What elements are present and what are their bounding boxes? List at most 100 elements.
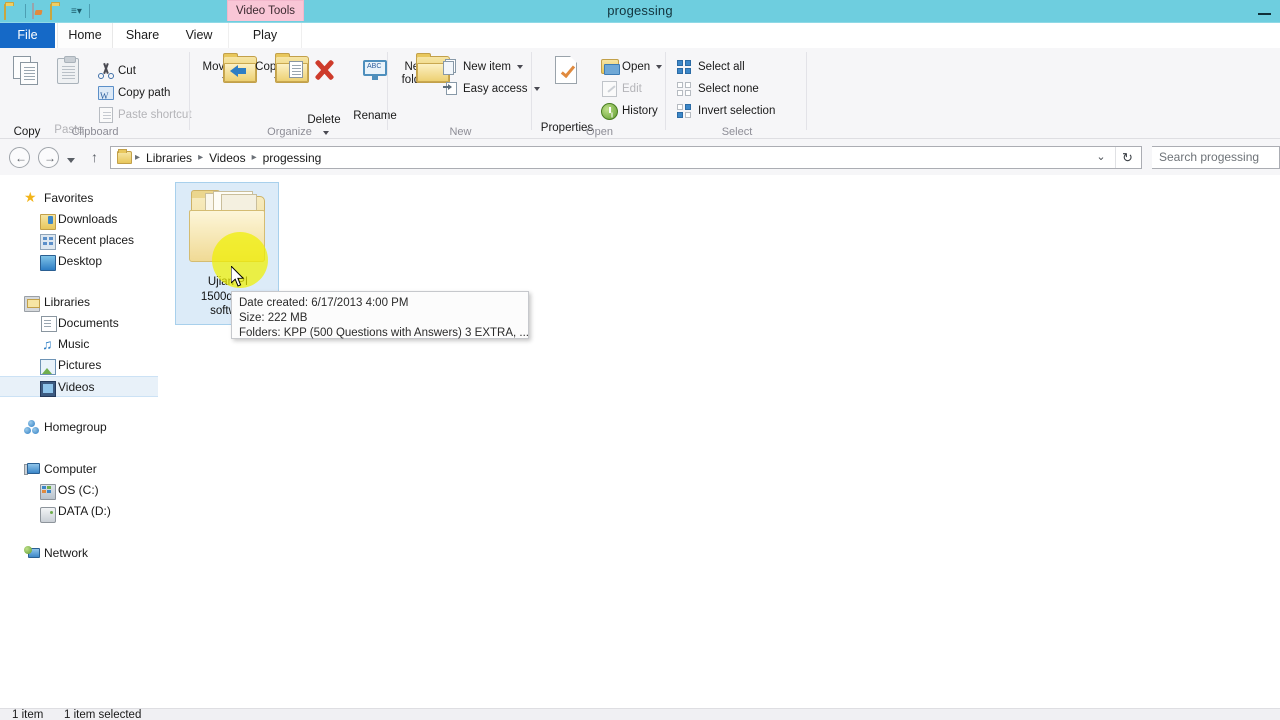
tooltip-size: Size: 222 MB <box>239 312 308 324</box>
history-button[interactable]: History <box>600 100 658 122</box>
recent-locations-button[interactable] <box>64 152 78 163</box>
open-caret-icon[interactable] <box>656 64 663 69</box>
group-label-new: New <box>449 126 472 138</box>
back-button[interactable]: ← <box>9 147 30 168</box>
sidebar-item-network-label: Network <box>44 546 89 560</box>
chevron-down-icon <box>67 158 75 163</box>
breadcrumb-separator-0[interactable]: ▸ <box>132 152 143 163</box>
sidebar-item-homegroup[interactable]: Homegroup <box>0 417 158 438</box>
navpane-gap-4 <box>0 522 158 543</box>
easy-access-button[interactable]: Easy access <box>441 78 540 100</box>
sidebar-item-documents[interactable]: Documents <box>0 313 158 334</box>
group-divider-open <box>665 52 666 130</box>
tab-file[interactable]: File <box>0 23 55 48</box>
copy-path-button[interactable]: Copy path <box>96 82 170 107</box>
sidebar-item-desktop-label: Desktop <box>58 254 103 268</box>
sidebar-item-downloads[interactable]: Downloads <box>0 209 158 230</box>
group-label-clipboard: Clipboard <box>71 126 119 138</box>
file-explorer-window: ≡▾ progessing Video Tools File Home Shar… <box>0 0 1280 720</box>
copy-to-button[interactable]: Copy to <box>251 53 309 86</box>
group-label-open: Open <box>586 126 613 138</box>
move-to-button[interactable]: Move to <box>199 53 257 86</box>
mouse-cursor-icon <box>231 266 245 287</box>
breadcrumb-progessing[interactable]: progessing <box>260 151 325 165</box>
breadcrumb-folder-icon[interactable] <box>117 149 132 164</box>
sidebar-item-music[interactable]: ♫ Music <box>0 334 158 355</box>
paste-shortcut-button-label: Paste shortcut <box>118 109 192 121</box>
folder-tooltip: Date created: 6/17/2013 4:00 PM Size: 22… <box>231 291 529 339</box>
cut-button-label: Cut <box>118 65 136 77</box>
invert-selection-button[interactable]: Invert selection <box>676 100 775 122</box>
refresh-icon[interactable]: ↻ <box>1115 147 1139 168</box>
status-selection: 1 item selected <box>64 709 142 720</box>
tooltip-folders: Folders: KPP (500 Questions with Answers… <box>239 327 529 339</box>
new-folder-button[interactable]: New folder <box>393 53 450 86</box>
sidebar-item-favorites[interactable]: ★ Favorites <box>0 188 158 209</box>
new-item-button-label: New item <box>463 61 511 73</box>
edit-button[interactable]: Edit <box>600 78 642 100</box>
tab-share[interactable]: Share <box>114 23 171 48</box>
sidebar-item-libraries[interactable]: Libraries <box>0 292 158 313</box>
breadcrumb-bar[interactable]: ▸ Libraries ▸ Videos ▸ progessing ⌄ ↻ <box>110 146 1142 169</box>
select-none-button[interactable]: Select none <box>676 78 759 100</box>
status-bar: 1 item 1 item selected <box>0 708 1280 720</box>
sidebar-item-homegroup-label: Homegroup <box>44 420 107 434</box>
breadcrumb-videos[interactable]: Videos <box>206 151 248 165</box>
tab-home[interactable]: Home <box>57 23 113 48</box>
edit-icon <box>602 81 617 97</box>
breadcrumb-separator-2[interactable]: ▸ <box>249 152 260 163</box>
tab-play[interactable]: Play <box>228 23 302 48</box>
up-button[interactable]: ↑ <box>85 148 104 167</box>
address-history-dropdown-icon[interactable]: ⌄ <box>1089 147 1113 168</box>
contextual-tab-video-tools[interactable]: Video Tools <box>227 0 304 21</box>
edit-button-label: Edit <box>622 83 642 95</box>
paste-button[interactable]: Paste <box>50 56 88 137</box>
sidebar-item-documents-label: Documents <box>58 316 119 330</box>
breadcrumb-libraries[interactable]: Libraries <box>143 151 195 165</box>
forward-button[interactable]: → <box>38 147 59 168</box>
paste-shortcut-button[interactable]: Paste shortcut <box>96 104 192 126</box>
os-drive-icon <box>40 484 56 500</box>
sidebar-item-videos-label: Videos <box>58 380 95 394</box>
history-icon <box>601 103 618 120</box>
search-input[interactable]: Search progessing <box>1152 146 1280 169</box>
open-button[interactable]: Open <box>600 56 663 78</box>
status-item-count: 1 item <box>12 709 44 720</box>
invert-selection-button-label: Invert selection <box>698 105 776 117</box>
new-item-button[interactable]: New item <box>441 56 524 78</box>
sidebar-item-data-drive-label: DATA (D:) <box>58 504 111 518</box>
sidebar-item-videos[interactable]: Videos <box>0 376 158 397</box>
navpane-gap-3 <box>0 438 158 459</box>
ribbon-group-new: New folder New item Easy access New <box>389 48 540 139</box>
open-icon <box>601 59 620 75</box>
copy-icon <box>13 56 41 86</box>
sidebar-item-os-drive[interactable]: OS (C:) <box>0 480 158 501</box>
minimize-button[interactable] <box>1256 5 1274 18</box>
sidebar-item-recent-places[interactable]: Recent places <box>0 230 158 251</box>
sidebar-item-network[interactable]: Network <box>0 543 158 564</box>
network-icon <box>24 546 40 562</box>
address-bar: ← → ↑ ▸ Libraries ▸ Videos ▸ progessing … <box>0 139 1280 175</box>
ribbon-tab-strip: File Home Share View Play <box>0 23 1280 48</box>
cut-button[interactable]: Cut <box>96 60 136 82</box>
new-item-caret-icon[interactable] <box>517 64 524 69</box>
sidebar-item-data-drive[interactable]: DATA (D:) <box>0 501 158 523</box>
sidebar-item-computer[interactable]: Computer <box>0 459 158 480</box>
select-all-button[interactable]: Select all <box>676 56 745 78</box>
group-divider-new <box>531 52 532 130</box>
sidebar-item-desktop[interactable]: Desktop <box>0 251 158 272</box>
group-label-organize: Organize <box>267 126 312 138</box>
file-list-view[interactable]: Ujian PI 1500que... softw... <box>158 175 1280 708</box>
sidebar-item-recent-places-label: Recent places <box>58 233 135 247</box>
sidebar-item-computer-label: Computer <box>44 462 97 476</box>
title-bar: ≡▾ progessing Video Tools <box>0 0 1280 23</box>
tab-view[interactable]: View <box>172 23 226 48</box>
breadcrumb-separator-1[interactable]: ▸ <box>195 152 206 163</box>
paste-icon <box>57 56 81 84</box>
downloads-icon <box>40 214 56 230</box>
videos-icon <box>40 381 56 397</box>
sidebar-item-downloads-label: Downloads <box>58 212 118 226</box>
sidebar-item-pictures[interactable]: Pictures <box>0 355 158 376</box>
tooltip-date-created: Date created: 6/17/2013 4:00 PM <box>239 297 409 309</box>
navigation-pane: ★ Favorites Downloads Recent places Desk… <box>0 175 158 708</box>
